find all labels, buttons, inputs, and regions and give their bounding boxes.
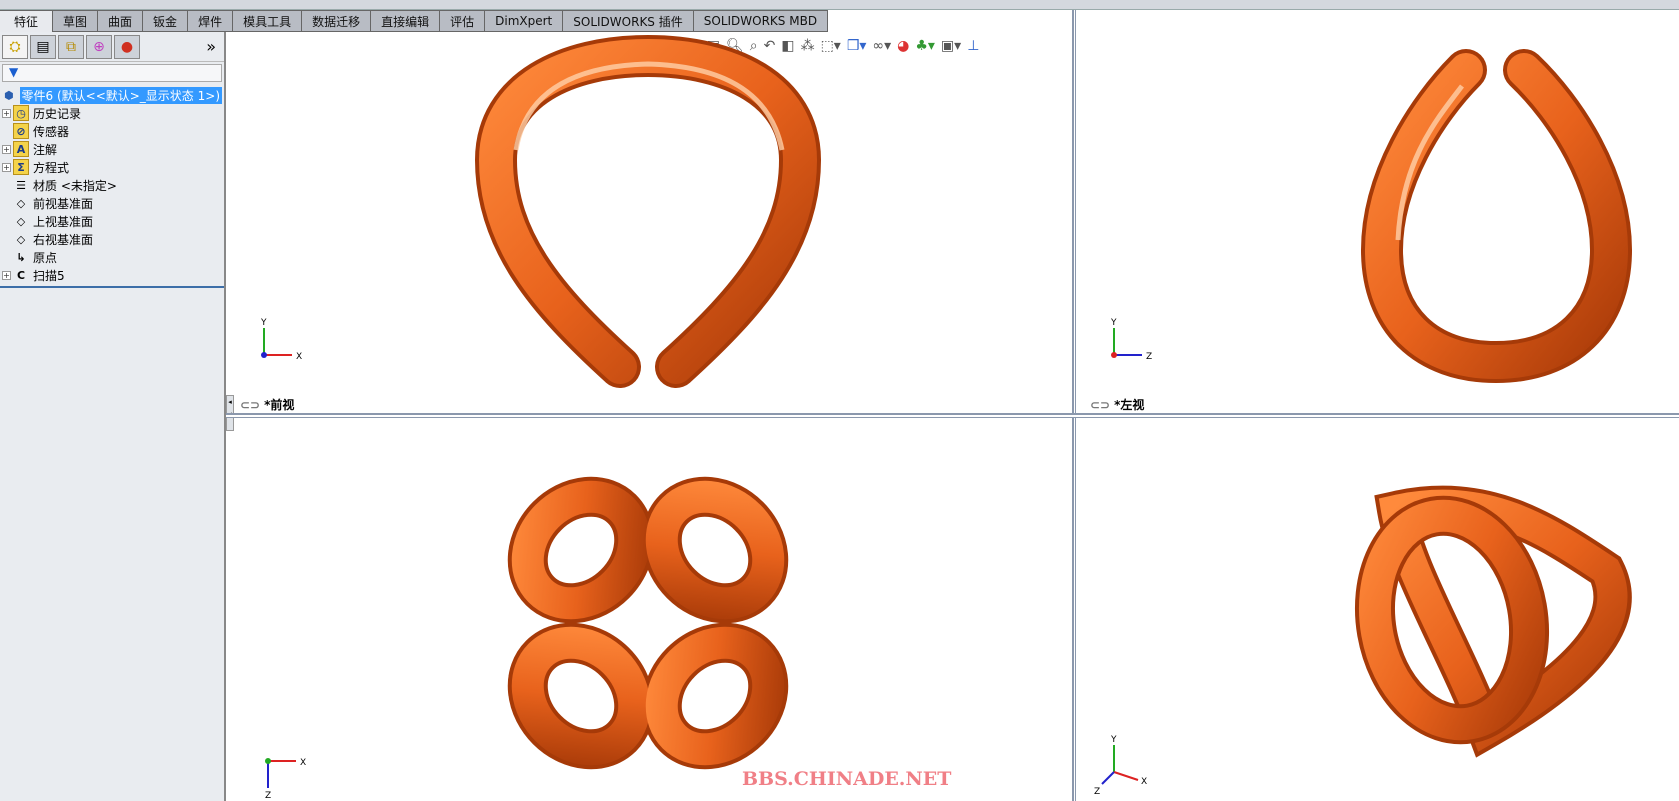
tree-item-label: 前视基准面 <box>33 196 94 211</box>
tree-item[interactable]: ◇ 上视基准面 <box>2 212 222 230</box>
viewport-splitter-horizontal[interactable] <box>226 413 1679 418</box>
dimxpert-manager-tab-icon[interactable]: ⊕ <box>86 34 112 59</box>
tree-item-label: 材质 <未指定> <box>33 178 117 193</box>
origin-icon: ↳ <box>16 250 26 264</box>
tree-item[interactable]: ☰ 材质 <未指定> <box>2 176 222 194</box>
panel-toolbar: ⛭ ▤ ⧉ ⊕ ● » <box>0 32 224 62</box>
top-view-model[interactable] <box>506 475 790 771</box>
front-view-model[interactable] <box>474 34 822 388</box>
tab-2[interactable]: 曲面 <box>98 10 144 32</box>
tree-item-label: 历史记录 <box>33 106 82 121</box>
model-views: YX YZ XZ YXZ <box>260 34 1633 801</box>
link-views-icon[interactable]: ⊂⊃ <box>240 398 260 412</box>
axis-z-label: Z <box>1094 787 1100 797</box>
top-triad: XZ <box>265 758 306 801</box>
history-icon: ◷ <box>13 105 29 121</box>
tree-item-label: 上视基准面 <box>33 214 94 229</box>
link-views-icon[interactable]: ⊂⊃ <box>1090 398 1110 412</box>
part-icon: ⬢ <box>3 88 14 102</box>
axis-x-label: X <box>296 352 302 362</box>
expand-panel-button[interactable]: » <box>206 37 216 56</box>
tree-item[interactable]: ◇ 右视基准面 <box>2 230 222 248</box>
feature-manager-tab-icon[interactable]: ⛭ <box>2 34 28 59</box>
feature-manager-panel: ⛭ ▤ ⧉ ⊕ ● » ▼ ⬢ 零件6 (默认<<默认>_显示状态 1>) + ◷ 历… <box>0 32 226 801</box>
tree-item[interactable]: + ◷ 历史记录 <box>2 104 222 122</box>
tree-item-label: 扫描5 <box>33 268 65 283</box>
tree-item-label: 原点 <box>33 250 58 265</box>
tab-3[interactable]: 钣金 <box>143 10 189 32</box>
axis-x-label: X <box>300 758 306 768</box>
front-view-label: ⊂⊃ *前视 <box>240 397 295 413</box>
tree-item[interactable]: + A 注解 <box>2 140 222 158</box>
expand-icon[interactable]: + <box>2 162 11 172</box>
axis-z-label: Z <box>265 791 271 801</box>
left-triad: YZ <box>1110 318 1152 362</box>
axis-y-label: Y <box>260 318 267 328</box>
left-view-label: ⊂⊃ *左视 <box>1090 397 1145 413</box>
material-icon: ☰ <box>16 178 26 192</box>
tab-0[interactable]: 特征 <box>0 10 54 32</box>
plane-icon: ◇ <box>16 214 26 228</box>
tree-item-label: 方程式 <box>33 160 70 175</box>
isometric-view-model[interactable] <box>1354 485 1632 758</box>
plane-icon: ◇ <box>16 232 26 246</box>
tree-item[interactable]: + Σ 方程式 <box>2 158 222 176</box>
axis-z-label: Z <box>1146 352 1152 362</box>
display-manager-tab-icon[interactable]: ● <box>114 34 140 59</box>
equation-icon: Σ <box>13 159 29 175</box>
watermark: BBS.CHINADE.NET <box>742 768 952 790</box>
graphics-area: ▮ ⏚▾ ▤ 🔍︎ ⌕ ↶ ◧ ⁂ ⬚▾ ❒▾ ∞▾ ◕ ♣▾ ▣▾ ⊥ Y X… <box>226 10 1679 801</box>
sweep-icon: C <box>16 268 26 282</box>
left-view-model[interactable] <box>1360 49 1633 384</box>
expand-icon[interactable]: + <box>2 270 11 280</box>
axis-x-label: X <box>1141 777 1147 787</box>
tree-item-label: 传感器 <box>33 124 70 139</box>
sensor-icon: ⊘ <box>13 123 29 139</box>
title-strip <box>0 0 1679 10</box>
iso-triad: Y X Z <box>1094 735 1147 797</box>
tree-item[interactable]: ↳ 原点 <box>2 248 222 266</box>
tree-root-part[interactable]: ⬢ 零件6 (默认<<默认>_显示状态 1>) <box>2 86 222 104</box>
tree-item[interactable]: ◇ 前视基准面 <box>2 194 222 212</box>
filter-icon[interactable]: ▼ <box>2 64 222 82</box>
property-manager-tab-icon[interactable]: ▤ <box>30 34 56 59</box>
viewport-splitter-vertical[interactable] <box>1072 10 1076 801</box>
plane-icon: ◇ <box>16 196 26 210</box>
configuration-manager-tab-icon[interactable]: ⧉ <box>58 34 84 59</box>
front-triad: YX <box>260 318 302 362</box>
annotation-icon: A <box>13 141 29 157</box>
tree-item[interactable]: ⊘ 传感器 <box>2 122 222 140</box>
tab-1[interactable]: 草图 <box>53 10 99 32</box>
expand-icon[interactable]: + <box>2 108 11 118</box>
axis-y-label: Y <box>1110 735 1117 745</box>
tree-item[interactable]: + C 扫描5 <box>2 266 222 284</box>
feature-tree: ⬢ 零件6 (默认<<默认>_显示状态 1>) + ◷ 历史记录 ⊘ 传感器 + A 注解 + Σ 方… <box>0 84 224 288</box>
tree-item-label: 注解 <box>33 142 58 157</box>
tree-item-label: 右视基准面 <box>33 232 94 247</box>
axis-y-label: Y <box>1110 318 1117 328</box>
expand-icon[interactable]: + <box>2 144 11 154</box>
